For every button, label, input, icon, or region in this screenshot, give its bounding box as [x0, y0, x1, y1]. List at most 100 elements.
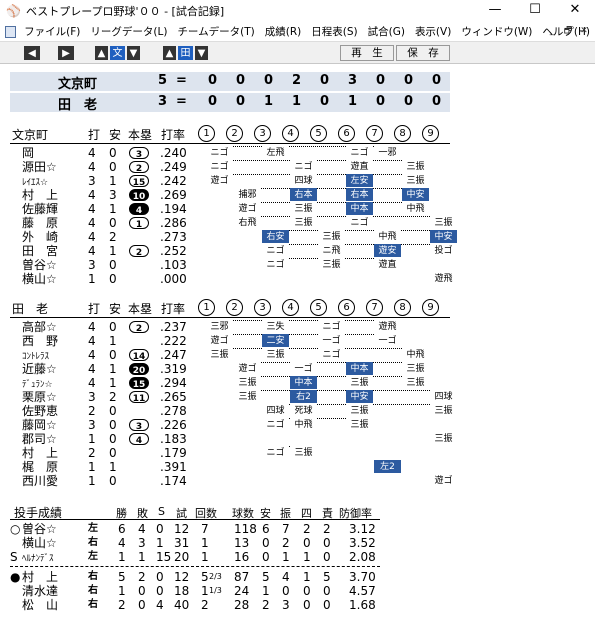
team-taro-button[interactable]: 田	[178, 46, 193, 60]
next-game-button[interactable]: ▶	[58, 46, 74, 60]
mdi-close-button[interactable]: ✕	[577, 24, 591, 38]
hits: 0	[109, 160, 117, 174]
batter-name: 藤岡☆	[22, 418, 57, 432]
earned-runs: 0	[323, 584, 331, 598]
throwing-hand: 右	[88, 537, 98, 548]
score-inning: 0	[320, 73, 330, 88]
batter-row[interactable]: 曽谷☆ 3 0 .103 ニゴ 三振 遊直	[10, 258, 450, 272]
pitcher-name: 清水達	[22, 584, 59, 598]
batter-row[interactable]: ﾃﾞｭﾗﾝ☆ 4 1 15.294 三振 中本 三振 三振	[10, 376, 450, 390]
inning-number-circle: 3	[254, 125, 271, 142]
batter-row[interactable]: 高部☆ 4 0 2 .237 三邪 三失 ニゴ 遊飛	[10, 320, 450, 334]
batter-row[interactable]: 村 上 4 3 10 .269 捕邪 右本 右本 中安	[10, 188, 450, 202]
menu-game[interactable]: 試合(G)	[363, 24, 410, 39]
save-button[interactable]: 保 存	[396, 45, 450, 61]
score-inning: 0	[208, 94, 218, 109]
at-bat-result: 遊飛	[430, 272, 457, 285]
batter-row[interactable]: 田 宮 4 1 2 .252 ニゴ ニ飛 遊安 投ゴ	[10, 244, 457, 258]
maximize-button[interactable]: ☐	[515, 0, 555, 22]
batter-row[interactable]: 梶 原 1 1 .391 左2	[10, 460, 450, 474]
at-bat-result: 四球	[290, 174, 317, 187]
mdi-minimize-button[interactable]: _	[545, 24, 559, 38]
inning-number-circle: 6	[338, 125, 355, 142]
hit-result: 二安	[262, 334, 289, 347]
at-bat-result: 三振	[346, 418, 373, 431]
at-bats: 3	[88, 418, 96, 432]
at-bat-result: 三振	[318, 230, 345, 243]
batter-row[interactable]: 近藤☆ 4 1 20 .319 遊ゴ 一ゴ 中本 三振	[10, 362, 450, 376]
at-bat-result: 一邪	[374, 146, 401, 159]
batter-row[interactable]: 源田☆ 4 0 2 .249 ニゴ ニゴ 遊直 三振	[10, 160, 450, 174]
pitch-count: 13	[234, 536, 250, 550]
pitcher-row[interactable]: 清水達右 1 0 0 18 1 1/3 24 1 0 0 0 4.57	[10, 584, 450, 598]
pitcher-row[interactable]: 横山☆ 右 4 3 1 31 1 13 0 2 0 0 3.52	[10, 536, 450, 550]
hits: 0	[109, 216, 117, 230]
batter-row[interactable]: 藤 原 4 0 1 .286 右飛 三振 ニゴ 三振	[10, 216, 457, 230]
menu-file[interactable]: ファイル(F)	[19, 24, 85, 39]
pitcher-row[interactable]: ● 村 上右 5 2 0 12 5 2/3 87 5 4 1 5 3.70	[10, 570, 450, 584]
hits: 2	[109, 230, 117, 244]
batter-name: 村 上	[22, 188, 59, 202]
at-bat-result: ニゴ	[262, 244, 289, 257]
pitcher-row[interactable]: ○ 曽谷☆ 左 6 4 0 12 7 118 6 7 2 2 3.12	[10, 522, 450, 536]
batter-row[interactable]: 外 崎 4 2 .273 右安 三振 中飛 中安	[10, 230, 457, 244]
menu-league-data[interactable]: リーグデータ(L)	[85, 24, 172, 39]
era: 1.68	[349, 598, 376, 612]
score-equals: =	[176, 73, 187, 88]
toolbar: ◀ ▶ ▲ 文 ▼ ▲ 田 ▼ 再 生 保 存	[0, 42, 595, 64]
close-button[interactable]: ✕	[555, 0, 595, 22]
down-arrow-button-2[interactable]: ▼	[195, 46, 208, 60]
menu-view[interactable]: 表示(V)	[410, 24, 456, 39]
batter-row[interactable]: 西川愛 1 0 .174 遊ゴ	[10, 474, 457, 488]
batter-row[interactable]: 藤岡☆ 3 0 3 .226 ニゴ 中飛 三振	[10, 418, 450, 432]
pitcher-name: 松 山	[22, 598, 59, 612]
at-bats: 1	[88, 272, 96, 286]
batter-row[interactable]: ﾚｲｴｽ☆ 3 1 15.242 遊ゴ 四球 左安 三振	[10, 174, 450, 188]
pitcher-row[interactable]: 松 山右 2 0 4 40 2 28 2 3 0 0 1.68	[10, 598, 450, 612]
menu-window[interactable]: ウィンドウ(W)	[456, 24, 537, 39]
team-bunkyo-button[interactable]: 文	[110, 46, 125, 60]
home-run-count: 15	[129, 377, 149, 390]
menu-records[interactable]: 成績(R)	[260, 24, 307, 39]
batter-row[interactable]: 岡 4 0 3.240 ニゴ 左飛 ニゴ 一邪	[10, 146, 450, 160]
pitcher-row[interactable]: S ﾍﾙﾅﾝﾃﾞｽ左 1 1 15 20 1 16 0 1 1 0 2.08	[10, 550, 450, 564]
minimize-button[interactable]: —	[475, 0, 515, 22]
team-name-heading: 田 老	[12, 302, 49, 316]
batter-row[interactable]: 横山☆ 1 0 .000 遊飛	[10, 272, 457, 286]
at-bats: 4	[88, 334, 96, 348]
menu-team-data[interactable]: チームデータ(T)	[172, 24, 259, 39]
score-inning: 0	[208, 73, 218, 88]
home-run-count: 2	[129, 245, 149, 258]
at-bat-result: ニゴ	[262, 418, 289, 431]
hit-result: 中本	[346, 202, 373, 215]
hits: 1	[109, 460, 117, 474]
mdi-restore-button[interactable]: 🗗	[561, 24, 575, 38]
strikeouts: 7	[282, 522, 290, 536]
menu-schedule[interactable]: 日程表(S)	[306, 24, 362, 39]
down-arrow-button[interactable]: ▼	[127, 46, 140, 60]
inning-number-circle: 9	[422, 299, 439, 316]
saves: 4	[156, 598, 164, 612]
up-arrow-button[interactable]: ▲	[95, 46, 108, 60]
losses: 2	[138, 570, 146, 584]
batter-row[interactable]: 佐野恵 2 0 .278 四球 死球 三振 三振	[10, 404, 457, 418]
hits: 0	[109, 348, 117, 362]
hits: 0	[109, 146, 117, 160]
batter-row[interactable]: 西 野 4 1 .222 遊ゴ 二安 一ゴ 一ゴ	[10, 334, 450, 348]
dotted-leader	[220, 174, 416, 175]
replay-button[interactable]: 再 生	[340, 45, 394, 61]
at-bat-result: 三振	[262, 348, 289, 361]
hits-allowed: 0	[262, 550, 270, 564]
batting-average: .000	[160, 272, 187, 286]
hits: 0	[109, 418, 117, 432]
batter-row[interactable]: ｺﾝﾄﾚﾗｽ 4 0 14.247 三振 三振 ニゴ 中飛	[10, 348, 450, 362]
window-title: ベストプレープロ野球'００ - [試合記録]	[26, 5, 225, 18]
batter-row[interactable]: 佐藤輝 4 1 4 .194 遊ゴ 三振 中本 中飛	[10, 202, 450, 216]
document-icon[interactable]	[5, 25, 17, 38]
prev-game-button[interactable]: ◀	[24, 46, 40, 60]
batter-row[interactable]: 郡司☆ 1 0 4 .183 三振	[10, 432, 457, 446]
batter-row[interactable]: 村 上 2 0 .179 ニゴ 三振	[10, 446, 450, 460]
up-arrow-button-2[interactable]: ▲	[163, 46, 176, 60]
pitch-count: 28	[234, 598, 250, 612]
batter-row[interactable]: 栗原☆ 3 2 11 .265 三振 右2 中安 四球	[10, 390, 457, 404]
